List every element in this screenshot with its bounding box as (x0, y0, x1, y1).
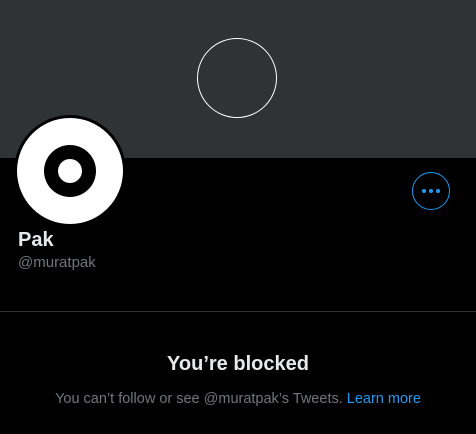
divider (0, 311, 476, 312)
avatar-ring (44, 145, 96, 197)
more-options-button[interactable] (412, 172, 450, 210)
profile-display-name: Pak (18, 229, 54, 251)
blocked-title: You’re blocked (167, 353, 309, 375)
blocked-message-row: You can’t follow or see @muratpak’s Twee… (0, 390, 476, 408)
target-icon (17, 118, 123, 224)
avatar-dot (58, 159, 82, 183)
blocked-message: You can’t follow or see @muratpak’s Twee… (55, 391, 343, 407)
circle-outline-icon (197, 38, 277, 118)
profile-page: Pak @muratpak You’re blocked You can’t f… (0, 0, 476, 434)
profile-handle: @muratpak (18, 254, 96, 271)
learn-more-link[interactable]: Learn more (347, 391, 421, 407)
more-dots-icon (422, 189, 440, 193)
profile-avatar[interactable] (14, 115, 126, 227)
